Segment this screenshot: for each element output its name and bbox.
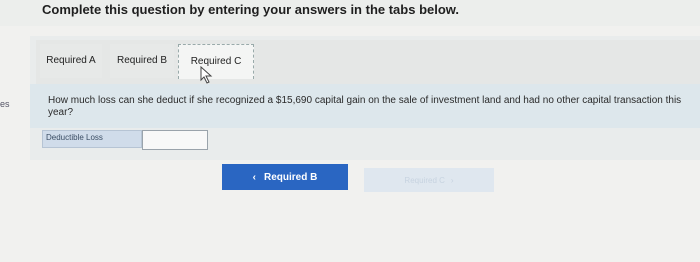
previous-button-label: Required B xyxy=(264,171,318,183)
chevron-right-icon: › xyxy=(450,175,454,185)
next-button-label: Required C xyxy=(404,175,445,185)
tab-required-b[interactable]: Required B xyxy=(110,44,174,78)
tab-required-c[interactable]: Required C xyxy=(178,44,254,79)
left-edge-text: es xyxy=(0,99,10,109)
previous-required-b-button[interactable]: ‹ Required B xyxy=(222,164,348,190)
tab-required-a[interactable]: Required A xyxy=(40,44,102,78)
instruction-text: Complete this question by entering your … xyxy=(42,2,460,17)
chevron-left-icon: ‹ xyxy=(252,171,256,183)
instruction-bar: Complete this question by entering your … xyxy=(0,0,700,26)
next-required-c-button[interactable]: Required C › xyxy=(364,168,494,192)
deductible-loss-input[interactable] xyxy=(142,130,208,150)
question-text: How much loss can she deduct if she reco… xyxy=(48,95,682,118)
mouse-cursor-icon xyxy=(200,66,213,84)
deductible-loss-label: Deductible Loss xyxy=(42,130,142,148)
